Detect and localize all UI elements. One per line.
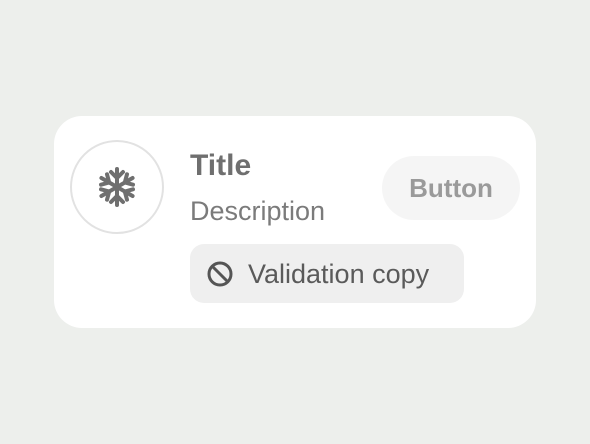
prohibited-icon	[206, 260, 234, 288]
card-title: Title	[190, 149, 252, 182]
list-card: Title Description Button Validation copy	[54, 116, 536, 328]
validation-message: Validation copy	[190, 244, 464, 303]
card-description: Description	[190, 196, 326, 226]
card-action-button[interactable]: Button	[382, 156, 520, 220]
snowflake-icon	[95, 165, 139, 209]
validation-text: Validation copy	[248, 258, 430, 289]
avatar	[70, 140, 164, 234]
